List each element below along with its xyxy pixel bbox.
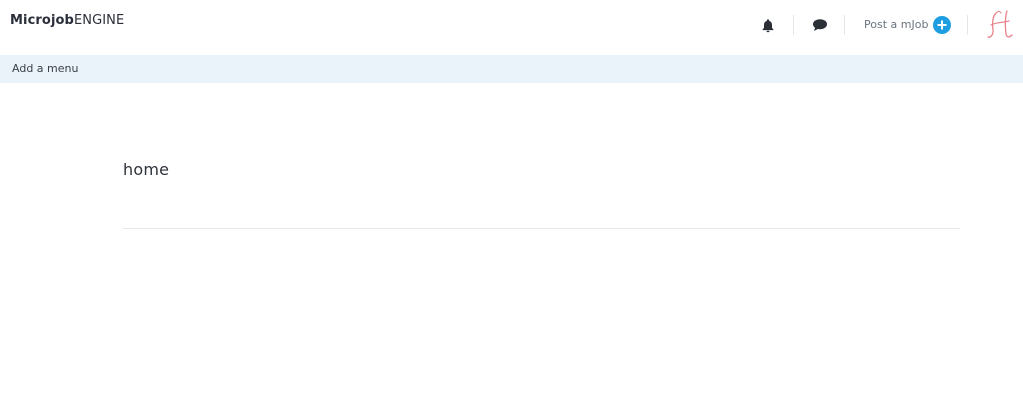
- chat-bubble-icon[interactable]: [811, 16, 829, 34]
- logo-bold-text: Microjob: [10, 13, 74, 28]
- plus-circle-icon[interactable]: [933, 16, 951, 34]
- top-header: MicrojobENGINE Post a mJob: [0, 0, 1023, 55]
- post-mjob-link[interactable]: Post a mJob: [864, 18, 928, 31]
- content-divider: [123, 228, 960, 229]
- menu-bar: Add a menu: [0, 55, 1023, 83]
- page-title: home: [123, 160, 170, 179]
- header-divider: [967, 15, 968, 35]
- bell-icon[interactable]: [759, 16, 777, 34]
- avatar[interactable]: [985, 8, 1015, 42]
- add-menu-link[interactable]: Add a menu: [12, 62, 78, 75]
- header-divider: [844, 15, 845, 35]
- site-logo[interactable]: MicrojobENGINE: [10, 13, 124, 28]
- logo-light-text: ENGINE: [73, 13, 125, 28]
- main-content: home: [123, 83, 960, 414]
- header-divider: [793, 15, 794, 35]
